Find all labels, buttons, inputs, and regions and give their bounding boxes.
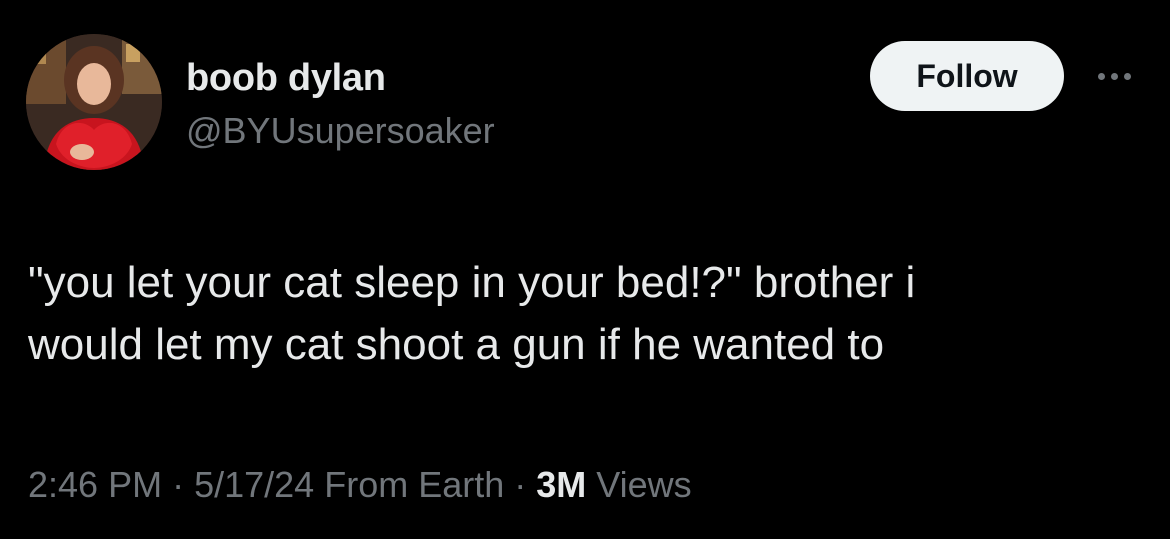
profile-photo-icon bbox=[26, 34, 162, 170]
ellipsis-icon[interactable] bbox=[1088, 60, 1140, 92]
dot bbox=[1123, 72, 1131, 80]
tweet-text: "you let your cat sleep in your bed!?" b… bbox=[28, 252, 1148, 376]
avatar[interactable] bbox=[26, 34, 162, 170]
meta-separator: · bbox=[162, 464, 195, 505]
dot bbox=[1097, 72, 1105, 80]
tweet-text-line: would let my cat shoot a gun if he wante… bbox=[28, 320, 885, 369]
tweet-text-line: "you let your cat sleep in your bed!?" b… bbox=[28, 258, 916, 307]
views-count: 3M bbox=[536, 464, 587, 505]
tweet-card: boob dylan @BYUsupersoaker Follow "you l… bbox=[0, 0, 1170, 539]
author-handle[interactable]: @BYUsupersoaker bbox=[186, 110, 495, 152]
meta-separator: · bbox=[504, 464, 537, 505]
dot bbox=[1110, 72, 1118, 80]
tweet-time[interactable]: 2:46 PM bbox=[28, 464, 162, 505]
author-display-name[interactable]: boob dylan bbox=[186, 56, 386, 100]
tweet-date[interactable]: 5/17/24 bbox=[194, 464, 314, 505]
tweet-source: From Earth bbox=[324, 464, 505, 505]
tweet-meta: 2:46 PM · 5/17/24 From Earth · 3M Views bbox=[28, 462, 692, 508]
views-label: Views bbox=[596, 464, 692, 505]
follow-button[interactable]: Follow bbox=[870, 41, 1064, 111]
